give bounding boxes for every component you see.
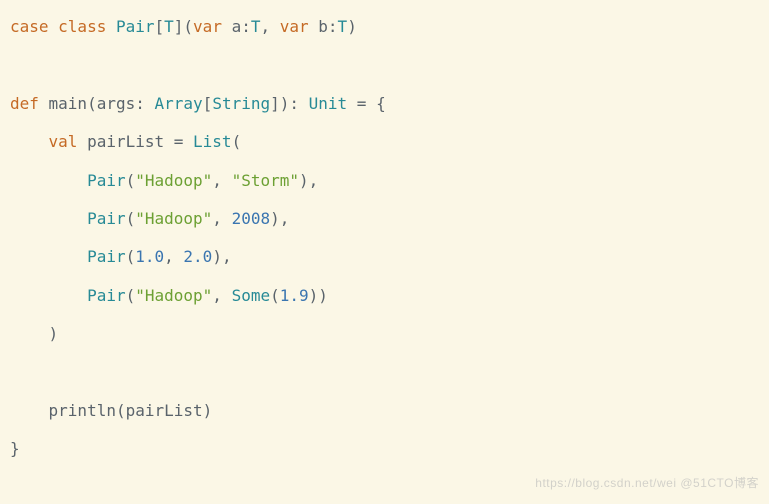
keyword-val: val [49, 132, 88, 151]
code-line: def main(args: Array[String]): Unit = { [10, 94, 386, 113]
keyword-case-class: case class [10, 17, 116, 36]
watermark-text: https://blog.csdn.net/wei @51CTO博客 [535, 469, 759, 498]
punct: , [212, 286, 231, 305]
code-line: } [10, 439, 20, 458]
code-line: val pairList = List( [10, 132, 241, 151]
punct: , [212, 171, 231, 190]
punct: = { [347, 94, 386, 113]
string-hadoop: "Hadoop" [135, 286, 212, 305]
number-2008: 2008 [232, 209, 271, 228]
punct: ( [270, 286, 280, 305]
code-line: ) [10, 324, 58, 343]
punct: ) [347, 17, 357, 36]
punct: ( [126, 247, 136, 266]
call-pair: Pair [87, 171, 126, 190]
keyword-var: var [280, 17, 319, 36]
string-storm: "Storm" [232, 171, 299, 190]
keyword-var: var [193, 17, 232, 36]
indent [10, 171, 87, 190]
type: T [338, 17, 348, 36]
call-some: Some [232, 286, 271, 305]
close-paren: ) [10, 324, 58, 343]
type-list: List [193, 132, 232, 151]
indent [10, 209, 87, 228]
punct: ), [212, 247, 231, 266]
code-line: Pair("Hadoop", 2008), [10, 209, 289, 228]
code-line: Pair("Hadoop", Some(1.9)) [10, 286, 328, 305]
indent [10, 247, 87, 266]
param-b: b: [318, 17, 337, 36]
punct: ( [232, 132, 242, 151]
punct: ]( [174, 17, 193, 36]
class-name-pair: Pair [116, 17, 155, 36]
punct: ), [299, 171, 318, 190]
punct: [ [155, 17, 165, 36]
number: 1.9 [280, 286, 309, 305]
punct: ), [270, 209, 289, 228]
method-sig: main(args: [49, 94, 155, 113]
punct: ( [126, 209, 136, 228]
string-hadoop: "Hadoop" [135, 171, 212, 190]
punct: [ [203, 94, 213, 113]
code-line: Pair(1.0, 2.0), [10, 247, 232, 266]
punct: , [164, 247, 183, 266]
val-name: pairList = [87, 132, 193, 151]
indent [10, 132, 49, 151]
punct: ( [126, 286, 136, 305]
call-pair: Pair [87, 209, 126, 228]
number: 1.0 [135, 247, 164, 266]
type-param: T [164, 17, 174, 36]
punct: ( [126, 171, 136, 190]
close-brace: } [10, 439, 20, 458]
punct: )) [309, 286, 328, 305]
type-array: Array [155, 94, 203, 113]
string-hadoop: "Hadoop" [135, 209, 212, 228]
punct: , [260, 17, 279, 36]
type-string: String [212, 94, 270, 113]
param-a: a: [232, 17, 251, 36]
number: 2.0 [183, 247, 212, 266]
type-unit: Unit [309, 94, 348, 113]
indent [10, 286, 87, 305]
code-line: Pair("Hadoop", "Storm"), [10, 171, 318, 190]
code-line: case class Pair[T](var a:T, var b:T) [10, 17, 357, 36]
keyword-def: def [10, 94, 49, 113]
code-line: println(pairList) [10, 401, 212, 420]
punct: , [212, 209, 231, 228]
call-pair: Pair [87, 286, 126, 305]
call-pair: Pair [87, 247, 126, 266]
punct: ]): [270, 94, 309, 113]
println-call: println(pairList) [10, 401, 212, 420]
code-block: case class Pair[T](var a:T, var b:T) def… [10, 8, 759, 469]
